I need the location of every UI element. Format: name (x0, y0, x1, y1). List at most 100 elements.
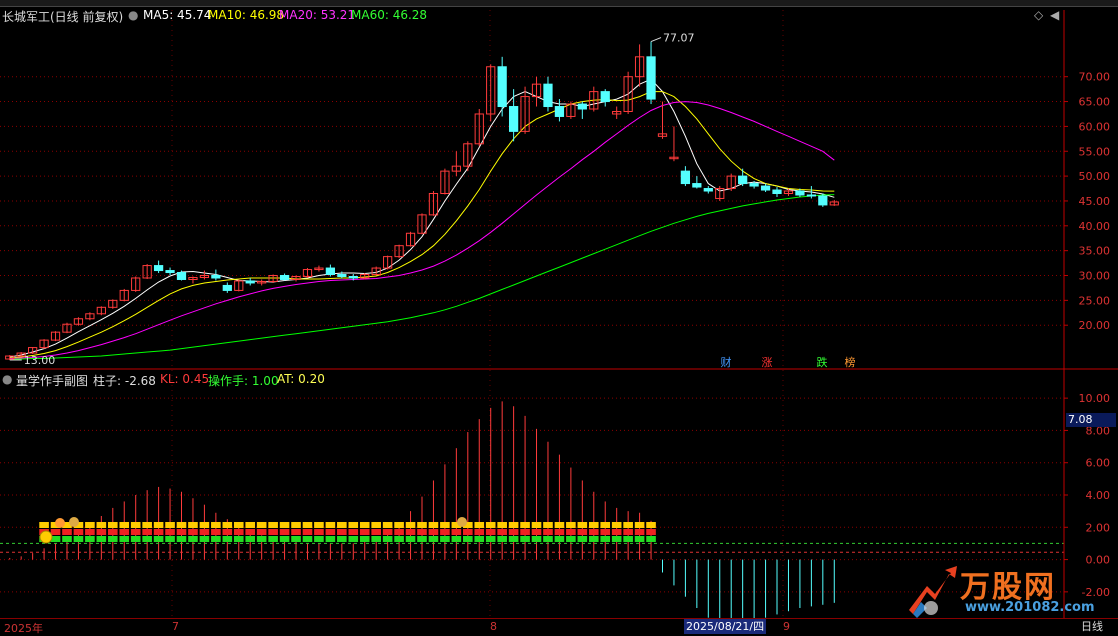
signal-cell-green (199, 536, 210, 542)
signal-cell-green (119, 536, 130, 542)
signal-cell-yellow (107, 522, 118, 528)
sub-tick-label: 10.00 (1079, 392, 1111, 405)
signal-cell-green (531, 536, 542, 542)
signal-cell-red (623, 529, 633, 535)
price-tick-label: 35.00 (1079, 245, 1111, 258)
event-tag: 财 (721, 355, 732, 369)
signal-cell-yellow (199, 522, 210, 528)
signal-cell-green (107, 536, 118, 542)
signal-cell-green (382, 536, 393, 542)
signal-cell-red (233, 529, 244, 535)
signal-cell-green (62, 536, 72, 542)
signal-cell-red (600, 529, 611, 535)
price-tick-label: 30.00 (1079, 270, 1111, 283)
signal-cell-red (337, 529, 347, 535)
candle-body (806, 194, 816, 197)
moneybag-icon (457, 517, 467, 527)
stock-title[interactable]: 长城军工(日线 前复权) (2, 8, 123, 25)
signal-cell-red (417, 529, 427, 535)
signal-cell-yellow (600, 522, 611, 528)
price-tick-label: 65.00 (1079, 96, 1111, 109)
at-legend: AT: 0.20 (277, 372, 325, 386)
signal-cell-yellow (85, 522, 95, 528)
signal-cell-red (256, 529, 267, 535)
candle-body (600, 91, 610, 103)
smile-icon (39, 530, 53, 544)
expand-icon[interactable]: ◇ (1034, 8, 1043, 22)
candle-body (337, 274, 347, 278)
signal-cell-red (646, 529, 656, 535)
ma60-legend: MA60: 46.28 (351, 8, 428, 22)
chart-canvas: 77.07 13.00 70.00 65.00 60.00 55.00 50.00 45.0… (0, 10, 1118, 626)
signal-cell-yellow (279, 522, 290, 528)
settings-icon[interactable]: ● (128, 8, 138, 22)
signal-cell-red (142, 529, 152, 535)
signal-cell-red (153, 529, 164, 535)
signal-cell-green (153, 536, 164, 542)
price-tick-label: 70.00 (1079, 71, 1111, 84)
candle-body (211, 275, 221, 279)
signal-cell-green (359, 536, 370, 542)
signal-cell-green (348, 536, 359, 542)
candle-body (497, 66, 507, 108)
signal-cell-green (85, 536, 95, 542)
candle-body (153, 265, 164, 272)
signal-cell-red (119, 529, 130, 535)
signal-cell-yellow (302, 522, 313, 528)
scroll-icon[interactable]: ◀ (1050, 8, 1059, 22)
signal-cell-red (245, 529, 256, 535)
signal-cell-yellow (543, 522, 553, 528)
signal-cell-red (497, 529, 507, 535)
signal-cell-green (611, 536, 622, 542)
signal-cell-red (348, 529, 359, 535)
price-tick-label: 25.00 (1079, 294, 1111, 307)
signal-cell-red (268, 529, 278, 535)
signal-cell-yellow (359, 522, 370, 528)
signal-cell-yellow (566, 522, 576, 528)
signal-cell-red (62, 529, 72, 535)
signal-cell-green (405, 536, 416, 542)
signal-cell-red (130, 529, 141, 535)
candle-body (818, 195, 828, 206)
candle-body (703, 188, 713, 192)
sub-settings-icon[interactable]: ● (2, 372, 12, 386)
signal-cell-red (634, 529, 645, 535)
signal-cell-red (73, 529, 84, 535)
signal-cell-yellow (485, 522, 496, 528)
price-tick-label: 45.00 (1079, 195, 1111, 208)
signal-cell-green (600, 536, 611, 542)
signal-cell-green (165, 536, 175, 542)
sub-tick-label: 2.00 (1086, 521, 1111, 534)
signal-strip (39, 517, 656, 544)
signal-cell-yellow (222, 522, 233, 528)
x-tick-year: 2025年 (4, 622, 43, 635)
signal-cell-green (222, 536, 233, 542)
candle-body (222, 284, 232, 291)
signal-cell-yellow (623, 522, 633, 528)
signal-cell-red (96, 529, 107, 535)
signal-cell-green (142, 536, 152, 542)
signal-cell-green (96, 536, 107, 542)
signal-cell-red (359, 529, 370, 535)
signal-cell-red (188, 529, 198, 535)
signal-cell-yellow (119, 522, 130, 528)
signal-cell-red (302, 529, 313, 535)
candle-body (279, 275, 290, 280)
event-tag: 涨 (762, 356, 773, 369)
zhuzi-legend: 柱子: -2.68 (93, 374, 156, 388)
signal-cell-green (325, 536, 336, 542)
signal-cell-green (176, 536, 187, 542)
signal-cell-red (85, 529, 95, 535)
signal-cell-red (520, 529, 530, 535)
sub-title[interactable]: 量学作手副图 (16, 372, 88, 389)
czs-legend: 操作手: 1.00 (208, 374, 279, 388)
candle-body (680, 170, 691, 185)
signal-cell-green (417, 536, 427, 542)
signal-cell-yellow (428, 522, 439, 528)
signal-cell-green (566, 536, 576, 542)
signal-cell-yellow (153, 522, 164, 528)
signal-cell-green (188, 536, 198, 542)
signal-cell-green (268, 536, 278, 542)
signal-cell-red (107, 529, 118, 535)
signal-cell-red (577, 529, 588, 535)
